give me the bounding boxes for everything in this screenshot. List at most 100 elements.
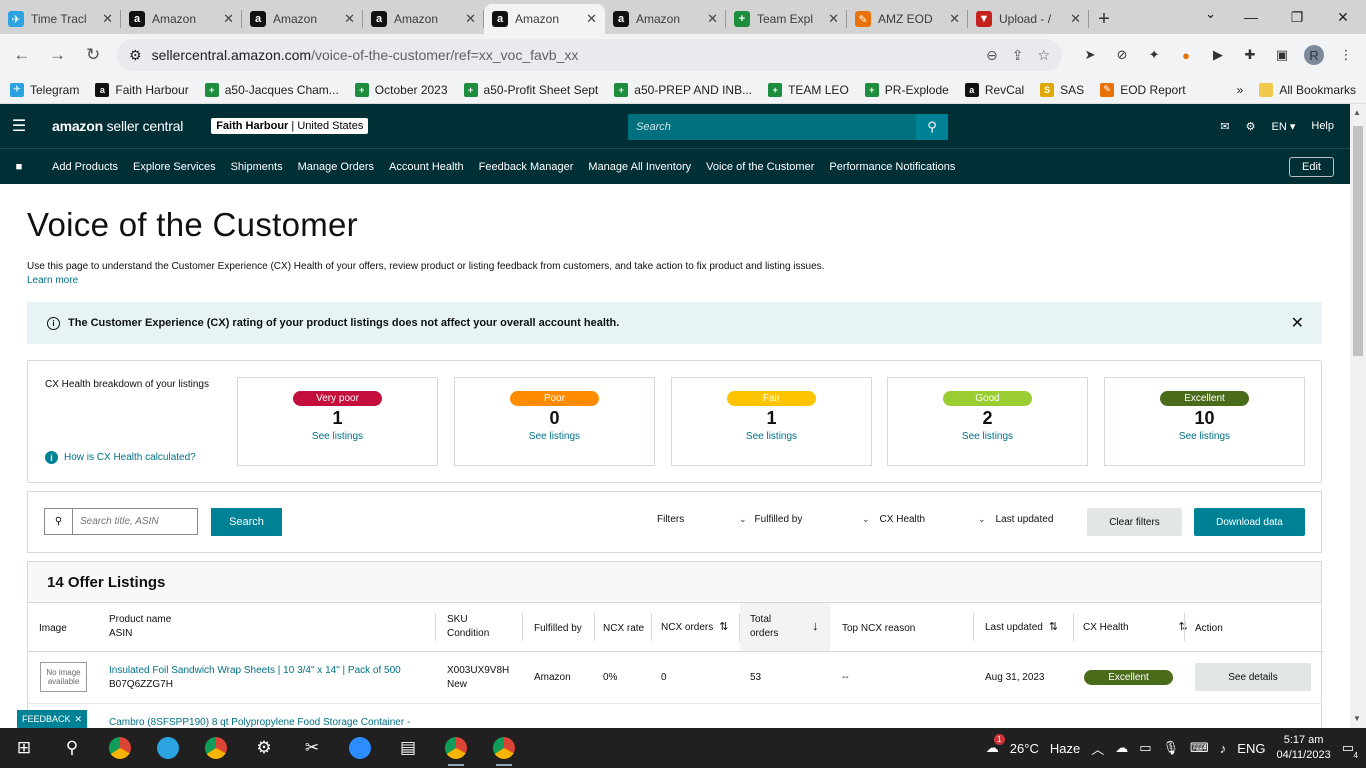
more-bookmarks-icon[interactable]: » bbox=[1237, 83, 1244, 97]
settings-gear-icon[interactable]: ⚙ bbox=[240, 728, 288, 768]
col-total-orders[interactable]: Total orders bbox=[750, 613, 778, 641]
cx-health-dropdown[interactable]: ⌄ CX Health bbox=[862, 514, 925, 525]
snipping-tool-icon[interactable]: ✂ bbox=[288, 728, 336, 768]
bookmark-item[interactable]: + a50-PREP AND INB... bbox=[614, 82, 752, 97]
help-link[interactable]: Help bbox=[1311, 120, 1334, 132]
close-icon[interactable]: ✕ bbox=[1291, 313, 1304, 333]
account-switcher[interactable]: Faith Harbour | United States bbox=[211, 118, 369, 134]
onedrive-icon[interactable]: ☁ bbox=[1115, 740, 1128, 756]
close-tab-icon[interactable]: ✕ bbox=[223, 11, 234, 27]
close-tab-icon[interactable]: ✕ bbox=[102, 11, 113, 27]
see-listings-link[interactable]: See listings bbox=[888, 431, 1087, 442]
bookmark-item[interactable]: a RevCal bbox=[964, 82, 1024, 97]
seller-central-logo[interactable]: amazon seller central bbox=[52, 118, 183, 134]
language-selector[interactable]: EN ▾ bbox=[1272, 120, 1296, 133]
col-product-name[interactable]: Product name ASIN bbox=[109, 613, 171, 641]
share-icon[interactable]: ⇪ bbox=[1012, 47, 1024, 64]
col-top-ncx-reason[interactable]: Top NCX reason bbox=[842, 622, 915, 636]
new-tab-button[interactable]: + bbox=[1089, 4, 1119, 34]
nav-item[interactable]: Add Products bbox=[52, 161, 118, 173]
weather-temp[interactable]: 26°C bbox=[1010, 741, 1039, 756]
sort-descending-icon[interactable]: ↓ bbox=[812, 619, 819, 633]
feedback-button[interactable]: FEEDBACK ✕ bbox=[17, 710, 87, 728]
tab-search-icon[interactable]: ⌄ bbox=[1205, 6, 1216, 22]
close-window-icon[interactable]: ✕ bbox=[1320, 0, 1366, 34]
nav-item[interactable]: Account Health bbox=[389, 161, 464, 173]
extension-circle-icon[interactable]: ● bbox=[1176, 45, 1196, 65]
search-button[interactable]: Search bbox=[211, 508, 282, 536]
close-tab-icon[interactable]: ✕ bbox=[828, 11, 839, 27]
close-tab-icon[interactable]: ✕ bbox=[949, 11, 960, 27]
search-icon[interactable]: ⚲ bbox=[916, 114, 948, 140]
hamburger-menu-icon[interactable]: ☰ bbox=[0, 116, 38, 136]
see-listings-link[interactable]: See listings bbox=[1105, 431, 1304, 442]
bookmark-star-icon[interactable]: ☆ bbox=[1037, 47, 1050, 64]
scroll-down-icon[interactable]: ▼ bbox=[1353, 714, 1361, 723]
settings-gear-icon[interactable]: ⚙ bbox=[1246, 120, 1256, 133]
clear-filters-button[interactable]: Clear filters bbox=[1087, 508, 1182, 536]
browser-tab[interactable]: a Amazon ✕ bbox=[242, 4, 363, 34]
browser-tab[interactable]: ✈ Time Tracl ✕ bbox=[0, 4, 121, 34]
scroll-up-icon[interactable]: ▲ bbox=[1353, 108, 1361, 117]
windows-start-icon[interactable]: ⊞ bbox=[0, 728, 48, 768]
extensions-puzzle-icon[interactable]: ✚ bbox=[1240, 45, 1260, 65]
telegram-icon[interactable] bbox=[144, 728, 192, 768]
learn-more-link[interactable]: Learn more bbox=[27, 275, 78, 286]
col-fulfilled-by[interactable]: Fulfilled by bbox=[534, 622, 582, 636]
clock[interactable]: 5:17 am 04/11/2023 bbox=[1276, 733, 1330, 763]
extension-boost-icon[interactable]: ✦ bbox=[1144, 45, 1164, 65]
zoom-icon[interactable]: ⊖ bbox=[986, 47, 998, 64]
col-sku[interactable]: SKU Condition bbox=[447, 613, 489, 641]
nav-item[interactable]: Feedback Manager bbox=[479, 161, 574, 173]
browser-tab[interactable]: a Amazon ✕ bbox=[605, 4, 726, 34]
sidepanel-icon[interactable]: ▣ bbox=[1272, 45, 1292, 65]
bookmark-item[interactable]: ✎ EOD Report bbox=[1100, 82, 1186, 97]
weather-desc[interactable]: Haze bbox=[1050, 741, 1080, 756]
close-icon[interactable]: ✕ bbox=[74, 714, 82, 725]
last-updated-dropdown[interactable]: ⌄ Last updated bbox=[978, 514, 1053, 525]
volume-icon[interactable]: ♪ bbox=[1220, 741, 1227, 756]
see-details-button[interactable]: See details bbox=[1195, 663, 1311, 691]
profile-avatar[interactable]: R bbox=[1304, 45, 1325, 65]
bookmark-item[interactable]: a Faith Harbour bbox=[95, 82, 189, 97]
bookmark-pin-icon[interactable]: ■ bbox=[0, 161, 38, 173]
bookmark-item[interactable]: + a50-Jacques Cham... bbox=[204, 82, 339, 97]
site-info-icon[interactable]: ⚙ bbox=[129, 47, 142, 64]
nav-item[interactable]: Shipments bbox=[231, 161, 283, 173]
bookmark-item[interactable]: + a50-Profit Sheet Sept bbox=[463, 82, 598, 97]
listing-search-input[interactable] bbox=[72, 508, 198, 535]
nav-item[interactable]: Manage All Inventory bbox=[588, 161, 691, 173]
col-ncx-orders[interactable]: NCX orders ⇅ bbox=[661, 620, 728, 635]
product-name-link[interactable]: Insulated Foil Sandwich Wrap Sheets | 10… bbox=[109, 664, 401, 678]
tray-chevron-icon[interactable]: ︿ bbox=[1091, 739, 1104, 758]
weather-icon[interactable]: ☁ 1 bbox=[986, 734, 1005, 756]
browser-tab[interactable]: ▼ Upload - / ✕ bbox=[968, 4, 1089, 34]
back-icon[interactable]: ← bbox=[10, 43, 34, 67]
browser-tab[interactable]: + Team Expl ✕ bbox=[726, 4, 847, 34]
col-ncx-rate[interactable]: NCX rate bbox=[603, 622, 644, 636]
restore-icon[interactable]: ❐ bbox=[1274, 0, 1320, 34]
scrollbar-thumb[interactable] bbox=[1353, 126, 1363, 356]
col-last-updated[interactable]: Last updated ⇅ bbox=[985, 620, 1058, 635]
input-method-icon[interactable]: ⌨ bbox=[1190, 740, 1209, 756]
cx-health-help-link[interactable]: i How is CX Health calculated? bbox=[45, 451, 196, 464]
bookmark-item[interactable]: + October 2023 bbox=[354, 82, 448, 97]
product-name-link[interactable]: Cambro (8SFSPP190) 8 qt Polypropylene Fo… bbox=[109, 716, 410, 728]
close-tab-icon[interactable]: ✕ bbox=[586, 11, 597, 27]
col-cx-health[interactable]: CX Health⇅ bbox=[1083, 620, 1188, 635]
close-tab-icon[interactable]: ✕ bbox=[707, 11, 718, 27]
extension-cursor-icon[interactable]: ▶ bbox=[1208, 45, 1228, 65]
language-indicator[interactable]: ENG bbox=[1237, 741, 1265, 756]
nav-item[interactable]: Performance Notifications bbox=[829, 161, 955, 173]
page-scrollbar[interactable]: ▲ ▼ bbox=[1350, 104, 1366, 728]
browser-tab[interactable]: a Amazon ✕ bbox=[484, 4, 605, 34]
nav-item[interactable]: Manage Orders bbox=[298, 161, 374, 173]
extension-arrow-icon[interactable]: ➤ bbox=[1080, 45, 1100, 65]
download-data-button[interactable]: Download data bbox=[1194, 508, 1305, 536]
browser-tab[interactable]: ✎ AMZ EOD ✕ bbox=[847, 4, 968, 34]
chrome-icon[interactable] bbox=[432, 728, 480, 768]
bookmark-item[interactable]: + TEAM LEO bbox=[768, 82, 849, 97]
notepad-icon[interactable]: ▤ bbox=[384, 728, 432, 768]
meet-icon[interactable]: ▭ bbox=[1139, 740, 1151, 756]
notification-icon[interactable]: ▭ 4 bbox=[1342, 740, 1358, 760]
